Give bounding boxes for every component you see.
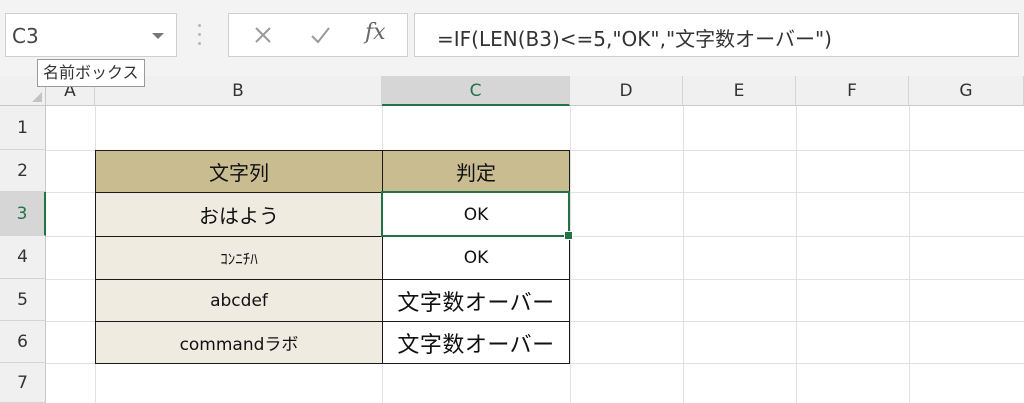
formula-toolbar: C3 fx =IF(LEN(B3)<=5,"OK","文字数オーバー") [0, 0, 1024, 76]
cell-c2[interactable]: 判定 [382, 150, 570, 193]
row-header-1[interactable]: 1 [0, 106, 46, 150]
row-header-2[interactable]: 2 [0, 150, 46, 192]
chevron-down-icon[interactable] [152, 33, 164, 39]
gridline [683, 106, 684, 403]
row-header-4[interactable]: 4 [0, 236, 46, 279]
cell-b4[interactable]: ｺﾝﾆﾁﾊ [95, 236, 383, 280]
formula-buttons: fx [228, 13, 408, 57]
cell-b2[interactable]: 文字列 [95, 150, 383, 193]
column-header-f[interactable]: F [796, 76, 909, 106]
row-header-3[interactable]: 3 [0, 192, 46, 236]
insert-function-icon[interactable]: fx [365, 20, 386, 45]
column-header-c[interactable]: C [382, 76, 570, 106]
row-header-5[interactable]: 5 [0, 279, 46, 321]
name-box-value: C3 [12, 24, 39, 48]
gridline [796, 106, 797, 403]
column-header-g[interactable]: G [909, 76, 1024, 106]
row-header-7[interactable]: 7 [0, 363, 46, 403]
name-box-tooltip: 名前ボックス [37, 59, 145, 87]
column-header-d[interactable]: D [570, 76, 683, 106]
cell-c4[interactable]: OK [382, 236, 570, 280]
cell-c5[interactable]: 文字数オーバー [382, 279, 570, 322]
formula-text: =IF(LEN(B3)<=5,"OK","文字数オーバー") [437, 27, 832, 51]
select-all-icon [32, 92, 42, 102]
gridline [570, 106, 571, 403]
drag-handle-icon[interactable] [198, 24, 202, 46]
cell-b6[interactable]: commandラボ [95, 321, 383, 364]
column-header-e[interactable]: E [683, 76, 796, 106]
row-header-6[interactable]: 6 [0, 321, 46, 363]
cell-b3[interactable]: おはよう [95, 192, 383, 237]
fill-handle[interactable] [564, 231, 573, 240]
cell-c6[interactable]: 文字数オーバー [382, 321, 570, 364]
gridline [909, 106, 910, 403]
check-icon[interactable] [308, 23, 332, 47]
active-cell-selection [381, 191, 573, 240]
formula-input[interactable]: =IF(LEN(B3)<=5,"OK","文字数オーバー") [414, 13, 1019, 57]
name-box[interactable]: C3 [5, 13, 177, 57]
cell-b5[interactable]: abcdef [95, 279, 383, 322]
cancel-icon[interactable] [251, 23, 275, 47]
